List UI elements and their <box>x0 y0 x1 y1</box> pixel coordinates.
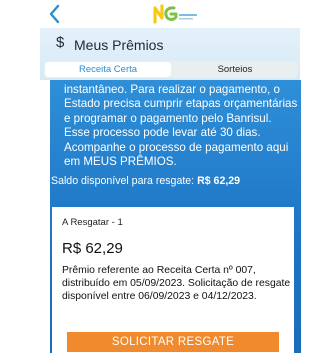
request-redeem-button[interactable]: SOLICITAR RESGATE <box>67 332 279 352</box>
balance-label: Saldo disponível para resgate: <box>51 175 195 187</box>
chevron-left-icon <box>49 4 60 24</box>
back-button[interactable] <box>44 2 66 26</box>
prizes-content: instantâneo. Para realizar o pagamento, … <box>50 80 301 353</box>
prize-card: A Resgatar - 1 R$ 62,29 Prêmio referente… <box>52 207 294 353</box>
tab-receita-certa[interactable]: Receita Certa <box>45 62 171 77</box>
dollar-icon: $ <box>56 34 65 51</box>
balance-value: R$ 62,29 <box>197 175 241 187</box>
payment-info-text: instantâneo. Para realizar o pagamento, … <box>64 83 298 169</box>
prize-description: Prêmio referente ao Receita Certa nº 007… <box>62 265 291 302</box>
prize-status-label: A Resgatar - 1 <box>62 217 123 228</box>
tab-bar: Receita Certa Sorteios <box>44 61 298 78</box>
top-navbar <box>0 0 331 30</box>
tab-sorteios[interactable]: Sorteios <box>172 61 298 78</box>
nota-fiscal-gaucha-logo <box>152 2 200 26</box>
screen: $ Meus Prêmios Receita Certa Sorteios in… <box>0 0 331 353</box>
prize-amount: R$ 62,29 <box>62 240 123 257</box>
page-title: Meus Prêmios <box>74 37 164 53</box>
available-balance: Saldo disponível para resgate: R$ 62,29 <box>51 175 240 187</box>
